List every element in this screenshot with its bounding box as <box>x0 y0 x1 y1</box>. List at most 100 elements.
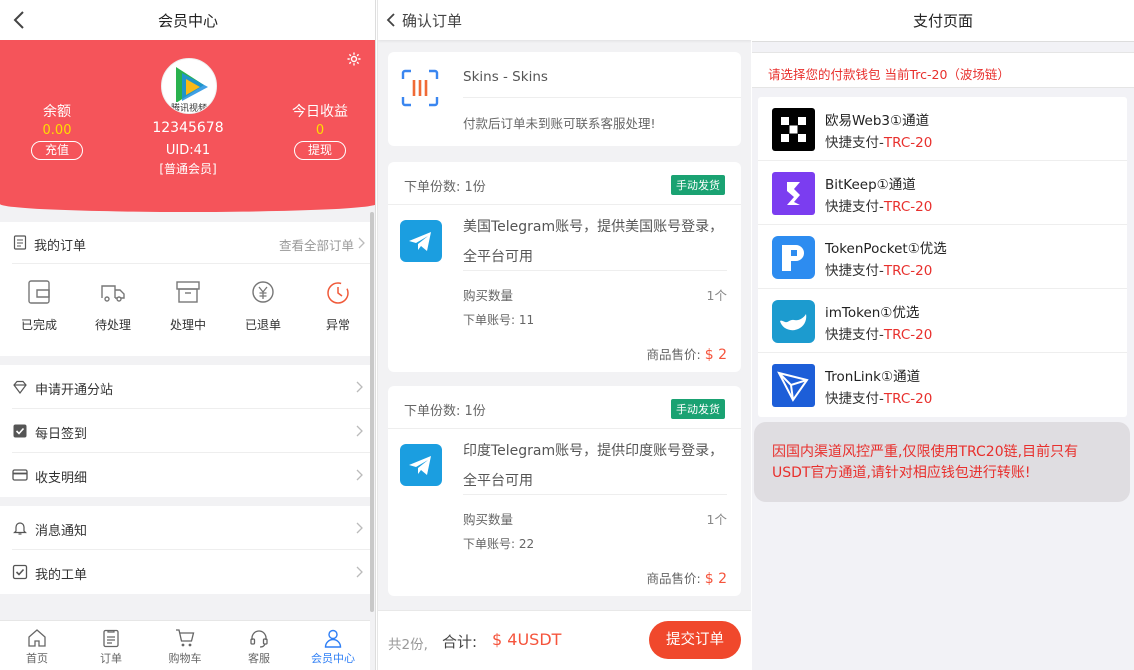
order-footer: 共2份, 合计: $ 4USDT 提交订单 <box>378 610 751 670</box>
order-status-completed[interactable]: 已完成 <box>2 278 76 333</box>
divider <box>463 270 727 271</box>
price-label: 商品售价: <box>646 347 701 362</box>
member-level: [普通会员] <box>159 162 217 176</box>
menu-item-label: 每日签到 <box>35 427 88 442</box>
wallet-option-imtoken[interactable]: imToken①优选 快捷支付-TRC-20 <box>758 289 1127 353</box>
wallet-sub-prefix: 快捷支付- <box>825 391 884 407</box>
divider <box>388 204 741 205</box>
confirm-order-screen: 确认订单 Skins - Skins 付款后订单未到账可联系客服处理! 下单份数… <box>377 0 751 670</box>
chevron-right-icon <box>358 237 365 249</box>
wallet-sub-prefix: 快捷支付- <box>825 135 884 151</box>
tab-label: 客服 <box>248 652 270 665</box>
headset-icon <box>250 630 268 648</box>
view-all-orders-link[interactable]: 查看全部订单 <box>279 235 354 254</box>
tab-label: 订单 <box>100 652 122 665</box>
menu-item-my-tickets[interactable]: 我的工单 <box>12 550 370 594</box>
product-title: Skins - Skins <box>463 69 548 85</box>
menu-item-apply-substation[interactable]: 申请开通分站 <box>12 365 370 409</box>
back-arrow-icon[interactable] <box>382 10 400 30</box>
wallet-sub-prefix: 快捷支付- <box>825 263 884 279</box>
telegram-icon <box>400 220 442 262</box>
tab-member-center[interactable]: 会员中心 <box>296 621 370 670</box>
product-card: Skins - Skins 付款后订单未到账可联系客服处理! <box>388 52 741 146</box>
my-orders-title: 我的订单 <box>34 239 87 254</box>
tab-label: 购物车 <box>168 652 202 665</box>
menu-group-1: 申请开通分站 每日签到 收支明细 <box>0 365 370 497</box>
total-label: 合计: <box>442 633 478 651</box>
wallet-chain: TRC-20 <box>883 135 933 151</box>
menu-item-label: 申请开通分站 <box>35 383 114 398</box>
wallet-icon <box>28 280 50 304</box>
check-square-icon <box>12 564 28 580</box>
page-title: 会员中心 <box>157 12 218 30</box>
tab-customer-service[interactable]: 客服 <box>222 621 296 670</box>
okx-icon <box>772 108 815 151</box>
buy-qty-label: 购买数量 <box>463 288 514 303</box>
order-status-label: 处理中 <box>169 318 206 332</box>
order-qty: 下单份数: 1份 <box>404 404 486 419</box>
order-status-label: 已退单 <box>244 318 281 332</box>
yen-refund-icon <box>252 281 274 303</box>
chevron-right-icon <box>356 469 363 481</box>
wallet-name: imToken①优选 <box>825 305 920 321</box>
bottom-tabbar: 首页 订单 购物车 客服 会员中心 <box>0 620 370 670</box>
risk-warning: 因国内渠道风控严重,仅限使用TRC20链,目前只有USDT官方通道,请针对相应钱… <box>754 422 1130 502</box>
checkbox-icon <box>13 424 27 438</box>
wallet-sub: 快捷支付-TRC-20 <box>825 387 932 407</box>
imtoken-icon <box>772 300 815 343</box>
submit-order-button[interactable]: 提交订单 <box>649 621 741 659</box>
order-status-pending[interactable]: 待处理 <box>76 278 150 333</box>
tab-label: 会员中心 <box>311 652 355 665</box>
wallet-chain: TRC-20 <box>883 199 933 215</box>
wallet-option-bitkeep[interactable]: BitKeep①通道 快捷支付-TRC-20 <box>758 161 1127 225</box>
credit-card-icon <box>12 469 28 481</box>
order-description: 印度Telegram账号，提供印度账号登录，全平台可用 <box>463 443 724 489</box>
menu-item-label: 我的工单 <box>35 568 88 583</box>
tronlink-icon <box>772 364 815 407</box>
clock-alert-icon <box>327 282 349 304</box>
avatar[interactable]: 腾讯视频 <box>161 58 217 114</box>
payment-screen: 支付页面 请选择您的付款钱包 当前Trc-20（波场链） 欧易Web3①通道 快… <box>752 0 1134 670</box>
tab-home[interactable]: 首页 <box>0 621 74 670</box>
wallet-option-okx[interactable]: 欧易Web3①通道 快捷支付-TRC-20 <box>758 97 1127 161</box>
balance-label: 余额 <box>43 104 71 120</box>
today-income-block: 今日收益 0 提现 <box>275 101 365 160</box>
buy-qty-label: 购买数量 <box>463 512 514 527</box>
price-row: 商品售价: $ 2 <box>647 344 727 363</box>
bitkeep-icon <box>772 172 815 215</box>
menu-item-transactions[interactable]: 收支明细 <box>12 453 370 497</box>
wallet-option-tokenpocket[interactable]: TokenPocket①优选 快捷支付-TRC-20 <box>758 225 1127 289</box>
today-income-label: 今日收益 <box>292 104 348 120</box>
scan-barcode-icon <box>401 69 439 107</box>
tab-orders[interactable]: 订单 <box>74 621 148 670</box>
my-orders-card: 我的订单 查看全部订单 已完成 待处理 处理中 已退单 异常 <box>0 222 370 356</box>
wallet-option-tronlink[interactable]: TronLink①通道 快捷支付-TRC-20 <box>758 353 1127 417</box>
box-icon <box>176 281 200 303</box>
divider <box>463 494 727 495</box>
bell-icon <box>13 522 27 535</box>
order-status-processing[interactable]: 处理中 <box>151 278 225 333</box>
order-card: 下单份数: 1份 手动发货 美国Telegram账号，提供美国账号登录，全平台可… <box>388 162 741 372</box>
scrollbar[interactable] <box>370 212 374 612</box>
profile-banner: 余额 0.00 充值 腾讯视频 12345678 UID:41 [普通会员] 今… <box>0 40 375 212</box>
order-status-refunded[interactable]: 已退单 <box>226 278 300 333</box>
tab-label: 首页 <box>26 652 48 665</box>
clipboard-icon <box>13 235 27 250</box>
menu-item-label: 消息通知 <box>35 524 88 539</box>
divider <box>463 97 741 98</box>
chevron-right-icon <box>356 381 363 393</box>
order-card: 下单份数: 1份 手动发货 印度Telegram账号，提供印度账号登录，全平台可… <box>388 386 741 596</box>
member-center-screen: 会员中心 余额 0.00 充值 腾讯视频 12345678 UID:41 [普通… <box>0 0 376 670</box>
wallet-notice: 请选择您的付款钱包 当前Trc-20（波场链） <box>752 52 1134 88</box>
tab-cart[interactable]: 购物车 <box>148 621 222 670</box>
menu-item-daily-checkin[interactable]: 每日签到 <box>12 409 370 453</box>
withdraw-button[interactable]: 提现 <box>294 141 346 160</box>
menu-item-notifications[interactable]: 消息通知 <box>12 506 370 550</box>
gear-icon[interactable] <box>346 51 362 67</box>
order-status-abnormal[interactable]: 异常 <box>301 278 375 333</box>
total-count: 共2份, <box>388 637 428 653</box>
my-orders-header[interactable]: 我的订单 查看全部订单 <box>12 222 370 264</box>
header: 会员中心 <box>0 0 375 40</box>
divider <box>388 428 741 429</box>
wallet-sub: 快捷支付-TRC-20 <box>825 131 932 151</box>
